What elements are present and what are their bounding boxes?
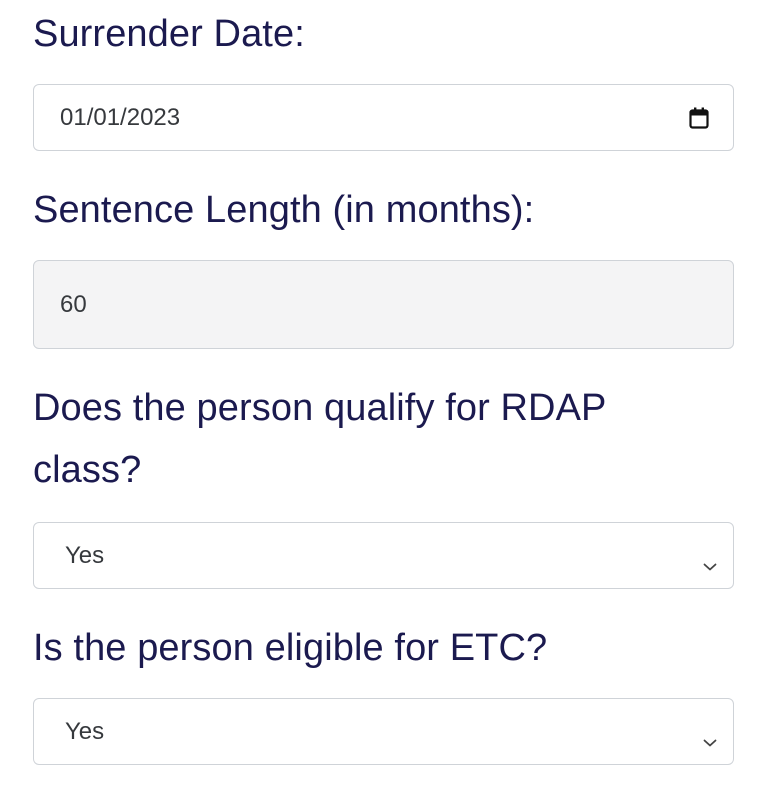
- surrender-date-label: Surrender Date:: [33, 13, 305, 55]
- etc-select[interactable]: Yes: [33, 698, 734, 765]
- surrender-date-value: 01/01/2023: [60, 103, 181, 131]
- rdap-selected-value: Yes: [65, 541, 105, 569]
- etc-selected-value: Yes: [65, 717, 105, 745]
- sentence-length-value: 60: [60, 290, 87, 318]
- chevron-down-icon: [703, 551, 717, 570]
- etc-question-label: Is the person eligible for ETC?: [33, 627, 548, 669]
- surrender-date-input[interactable]: 01/01/2023: [33, 84, 734, 151]
- rdap-question-line2: class?: [33, 449, 142, 491]
- chevron-down-icon: [703, 727, 717, 746]
- rdap-question-line1: Does the person qualify for RDAP: [33, 387, 607, 429]
- calendar-icon[interactable]: [689, 107, 709, 129]
- rdap-question-label: Does the person qualify for RDAP class?: [33, 379, 734, 499]
- rdap-select[interactable]: Yes: [33, 522, 734, 589]
- sentence-length-label: Sentence Length (in months):: [33, 189, 535, 231]
- sentence-length-input[interactable]: 60: [33, 260, 734, 349]
